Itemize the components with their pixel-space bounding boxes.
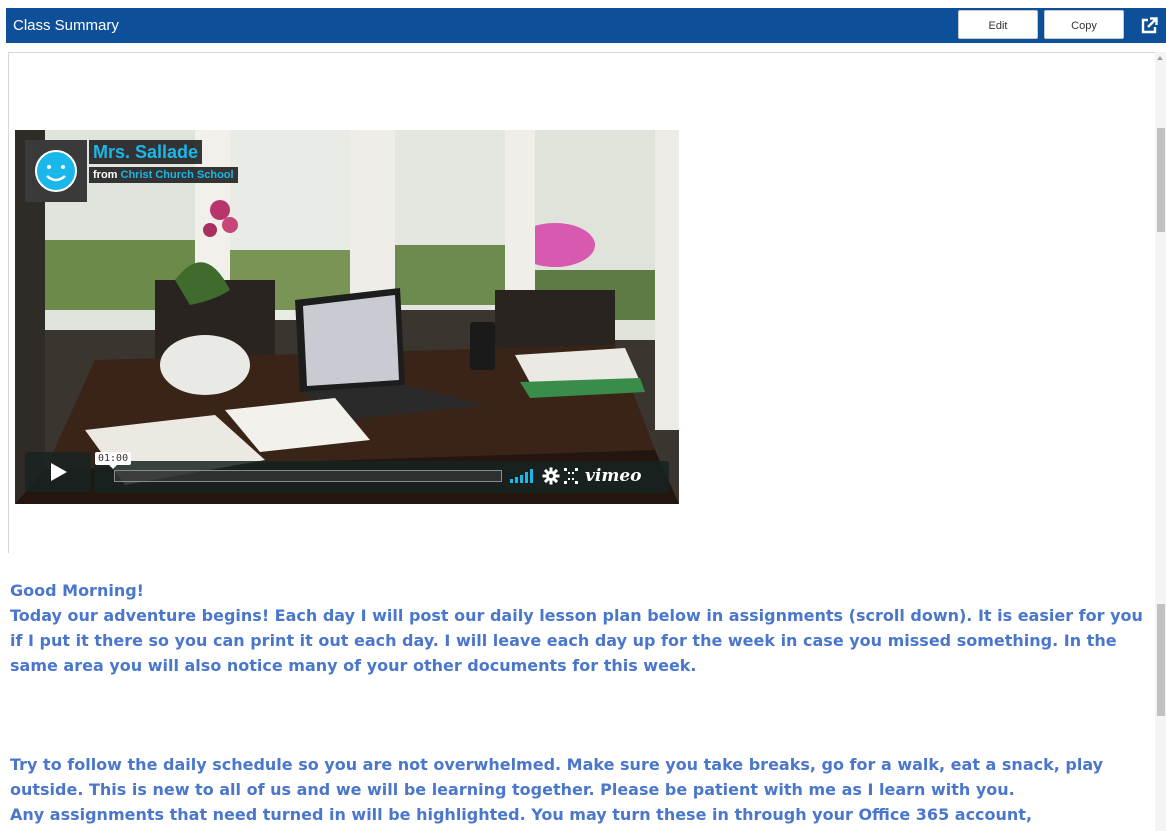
frame-scroll-thumb[interactable] <box>1157 128 1165 232</box>
vimeo-logo[interactable]: vimeo <box>585 466 641 486</box>
page-scroll-thumb[interactable] <box>1157 604 1165 716</box>
uploader-name[interactable]: Mrs. Sallade <box>89 140 203 164</box>
schedule-paragraph: Try to follow the daily schedule so you … <box>10 752 1145 827</box>
player-controls: vimeo <box>94 461 669 493</box>
scroll-up-arrow-icon[interactable] <box>1157 56 1163 60</box>
header: Class Summary Edit Copy <box>0 0 1166 44</box>
play-icon <box>51 463 67 481</box>
paragraph-lesson-plan: Today our adventure begins! Each day I w… <box>10 606 1143 675</box>
timecode-tooltip: 01:00 <box>95 452 132 469</box>
uploader-from: from Christ Church School <box>89 167 238 183</box>
uploader-info: Mrs. Sallade from Christ Church School <box>89 140 238 183</box>
school-link[interactable]: Christ Church School <box>121 169 234 181</box>
from-label: from <box>93 169 118 181</box>
greeting: Good Morning! <box>10 581 144 600</box>
scrollbar[interactable] <box>1155 52 1166 831</box>
copy-button[interactable]: Copy <box>1044 10 1124 39</box>
avatar[interactable] <box>25 140 87 202</box>
edit-button[interactable]: Edit <box>958 10 1038 39</box>
header-bar: Class Summary Edit Copy <box>6 8 1166 43</box>
intro-paragraph: Good Morning! Today our adventure begins… <box>10 578 1145 678</box>
external-link-icon[interactable] <box>1132 8 1166 43</box>
page-title: Class Summary <box>13 17 119 34</box>
uploader-badge[interactable]: Mrs. Sallade from Christ Church School <box>25 140 238 202</box>
progress-bar[interactable] <box>114 470 502 482</box>
fullscreen-icon[interactable] <box>564 468 578 484</box>
settings-gear-icon[interactable] <box>542 467 560 485</box>
paragraph-assignments: Any assignments that need turned in will… <box>10 805 1033 824</box>
smiley-icon <box>35 150 77 192</box>
paragraph-schedule: Try to follow the daily schedule so you … <box>10 755 1104 799</box>
play-button[interactable] <box>25 452 91 492</box>
volume-icon[interactable] <box>510 469 534 483</box>
video-player[interactable]: Mrs. Sallade from Christ Church School v… <box>15 130 679 504</box>
